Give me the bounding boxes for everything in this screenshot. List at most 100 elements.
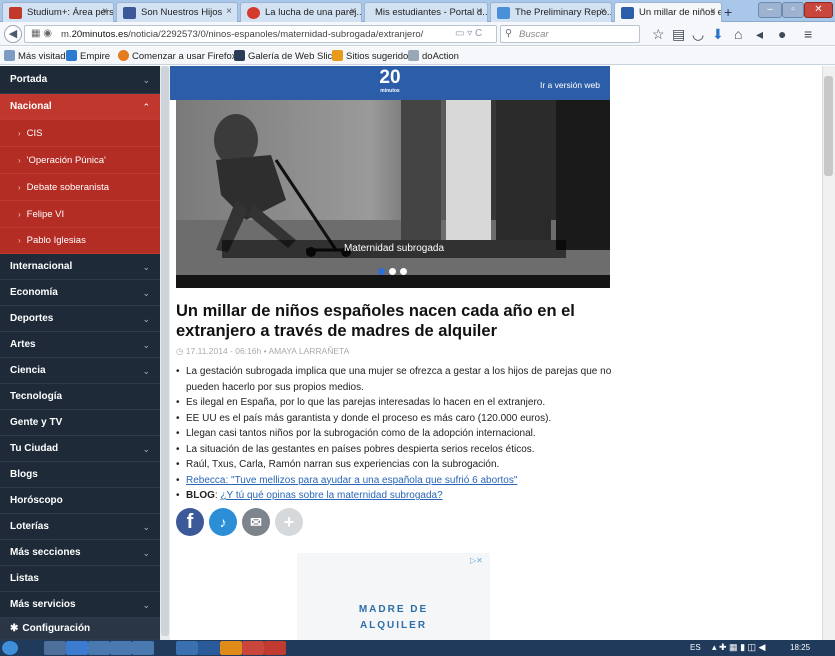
chat-icon[interactable]: ● [778, 26, 786, 42]
carousel-dot[interactable] [389, 268, 396, 275]
facebook-share-icon[interactable]: f [176, 508, 204, 536]
sidebar-subitem-debate-soberanista[interactable]: › Debate soberanista [0, 174, 160, 201]
taskbar-chrome-icon[interactable] [88, 641, 110, 655]
send-icon[interactable]: ◂ [756, 26, 763, 43]
ad-text: MADRE DE ALQUILER [297, 602, 490, 634]
blog-link[interactable]: ¿Y tú qué opinas sobre la maternidad sub… [220, 490, 442, 501]
sidebar-item-label: Portada [10, 74, 48, 85]
taskbar-firefox-icon[interactable] [176, 641, 198, 655]
close-window-icon[interactable]: ✕ [804, 2, 833, 18]
20minutos-logo[interactable]: 20 minutos [375, 68, 405, 98]
chevron-down-icon: ⌄ [142, 288, 150, 298]
taskbar-acrobat-icon[interactable] [264, 641, 286, 655]
tab-son-nuestros-hijos[interactable]: Son Nuestros Hijos × [116, 2, 238, 22]
close-tab-icon[interactable]: × [476, 6, 482, 17]
sidebar-item-ciencia[interactable]: Ciencia ⌄ [0, 358, 160, 384]
close-tab-icon[interactable]: × [102, 6, 108, 17]
sidebar-item-internacional[interactable]: Internacional ⌄ [0, 254, 160, 280]
taskbar-powerpoint-icon[interactable] [242, 641, 264, 655]
pocket-icon[interactable]: ◡ [692, 26, 704, 43]
rebecca-link[interactable]: Rebecca: "Tuve mellizos para ayudar a un… [186, 475, 517, 486]
close-tab-icon[interactable]: × [350, 6, 356, 17]
sidebar-subitem-pablo-iglesias[interactable]: › Pablo Iglesias [0, 228, 160, 254]
sidebar-item-portada[interactable]: Portada ⌄ [0, 66, 160, 94]
sidebar-subitem-label: Felipe VI [26, 209, 65, 220]
tab-label: La lucha de una parej... [265, 7, 362, 18]
tab-preliminary-report[interactable]: The Preliminary Repo... × [490, 2, 612, 22]
reader-dropdown-icon[interactable]: ▭ ▿ C [455, 28, 482, 39]
sidebar-item-horoscopo[interactable]: Horóscopo [0, 488, 160, 514]
list-item: BLOG: ¿Y tú qué opinas sobre la maternid… [176, 488, 616, 504]
bookmark-sitios-sugeridos[interactable]: Sitios sugeridos [332, 50, 413, 62]
taskbar-explorer-icon[interactable] [44, 641, 66, 655]
sidebar-item-tu-ciudad[interactable]: Tu Ciudad ⌄ [0, 436, 160, 462]
facebook-favicon-icon [123, 7, 136, 19]
sidebar-item-mas-servicios[interactable]: Más servicios ⌄ [0, 592, 160, 618]
sidebar-subitem-felipe-vi[interactable]: › Felipe VI [0, 201, 160, 228]
site-identity-icon[interactable]: ▦ ◉ [31, 28, 52, 39]
carousel-dot-active[interactable] [378, 268, 385, 275]
list-item: EE UU es el país más garantista y donde … [176, 411, 616, 427]
home-icon[interactable]: ⌂ [734, 26, 742, 42]
sidebar-item-artes[interactable]: Artes ⌄ [0, 332, 160, 358]
sidebar-item-label: Internacional [10, 261, 73, 272]
menu-icon[interactable]: ≡ [804, 26, 812, 42]
close-tab-icon[interactable]: × [600, 6, 606, 17]
bookmark-star-icon[interactable]: ☆ [652, 26, 665, 43]
taskbar-app-icon[interactable] [132, 641, 154, 655]
download-icon[interactable]: ⬇ [712, 26, 724, 43]
bookmark-empire[interactable]: Empire [66, 50, 110, 62]
taskbar-ie-icon[interactable] [66, 641, 88, 655]
start-button-icon[interactable] [2, 641, 18, 655]
tab-mis-estudiantes[interactable]: Mis estudiantes - Portal d... × [364, 2, 488, 22]
bookmark-doaction[interactable]: doAction [408, 50, 459, 62]
sidebar-item-label: Más servicios [10, 599, 76, 610]
sidebar-subitem-cis[interactable]: › CIS [0, 120, 160, 147]
minimize-icon[interactable]: – [758, 2, 782, 18]
email-share-icon[interactable]: ✉ [242, 508, 270, 536]
goto-web-link[interactable]: Ir a versión web [540, 80, 600, 90]
bookmark-web-slice[interactable]: Galería de Web Slice [234, 50, 338, 62]
page-scrollbar-thumb[interactable] [824, 76, 833, 176]
tab-label: Mis estudiantes - Portal d... [375, 7, 488, 18]
search-input[interactable]: ⚲ Buscar [500, 25, 640, 43]
new-tab-plus-icon[interactable]: + [724, 4, 732, 20]
chevron-down-icon: ⌄ [142, 314, 150, 324]
bookmark-mas-visitados[interactable]: Más visitados [4, 50, 76, 62]
maximize-icon[interactable]: ▫ [782, 2, 804, 18]
sidebar-item-loterias[interactable]: Loterías ⌄ [0, 514, 160, 540]
bookmarks-list-icon[interactable]: ▤ [672, 26, 685, 43]
sidebar-scrollbar-thumb[interactable] [161, 66, 169, 636]
taskbar-clock[interactable]: 18:25 [790, 643, 810, 652]
adchoices-icon[interactable]: ▷✕ [470, 556, 483, 565]
sidebar-subitem-label: Pablo Iglesias [26, 235, 86, 246]
back-arrow-icon[interactable]: ◀ [4, 25, 22, 43]
carousel-dot[interactable] [400, 268, 407, 275]
bookmark-comenzar-firefox[interactable]: Comenzar a usar Firefox [118, 50, 237, 62]
sidebar-item-configuracion[interactable]: ✱ Configuración [0, 618, 160, 640]
taskbar-media-icon[interactable] [110, 641, 132, 655]
tab-lucha-pareja[interactable]: La lucha de una parej... × [240, 2, 362, 22]
sidebar-item-nacional[interactable]: Nacional ⌃ [0, 94, 160, 120]
more-share-icon[interactable]: + [275, 508, 303, 536]
close-tab-icon[interactable]: × [226, 6, 232, 17]
language-indicator[interactable]: ES [690, 643, 701, 652]
sidebar-item-tecnologia[interactable]: Tecnología [0, 384, 160, 410]
sidebar-item-deportes[interactable]: Deportes ⌄ [0, 306, 160, 332]
sidebar-item-blogs[interactable]: Blogs [0, 462, 160, 488]
sidebar-item-economia[interactable]: Economía ⌄ [0, 280, 160, 306]
tray-icons[interactable]: ▴ ✚ ▦ ▮ ◫ ◀ [712, 642, 765, 653]
taskbar-folder-icon[interactable] [220, 641, 242, 655]
twitter-share-icon[interactable]: ♪ [209, 508, 237, 536]
sidebar-item-gente-y-tv[interactable]: Gente y TV [0, 410, 160, 436]
tab-studium[interactable]: Studium+: Área pers... × [2, 2, 114, 22]
tab-un-millar-active[interactable]: Un millar de niños es... × [614, 2, 722, 22]
url-bar[interactable]: ▦ ◉ m.20minutos.es/noticia/2292573/0/nin… [24, 25, 497, 43]
sidebar-item-label: Economía [10, 287, 58, 298]
sidebar-subitem-operacion-punica[interactable]: › 'Operación Púnica' [0, 147, 160, 174]
sidebar-item-listas[interactable]: Listas [0, 566, 160, 592]
web-slice-icon [234, 50, 245, 61]
sidebar-item-mas-secciones[interactable]: Más secciones ⌄ [0, 540, 160, 566]
taskbar-skype-icon[interactable] [198, 641, 220, 655]
close-tab-icon[interactable]: × [710, 6, 716, 17]
